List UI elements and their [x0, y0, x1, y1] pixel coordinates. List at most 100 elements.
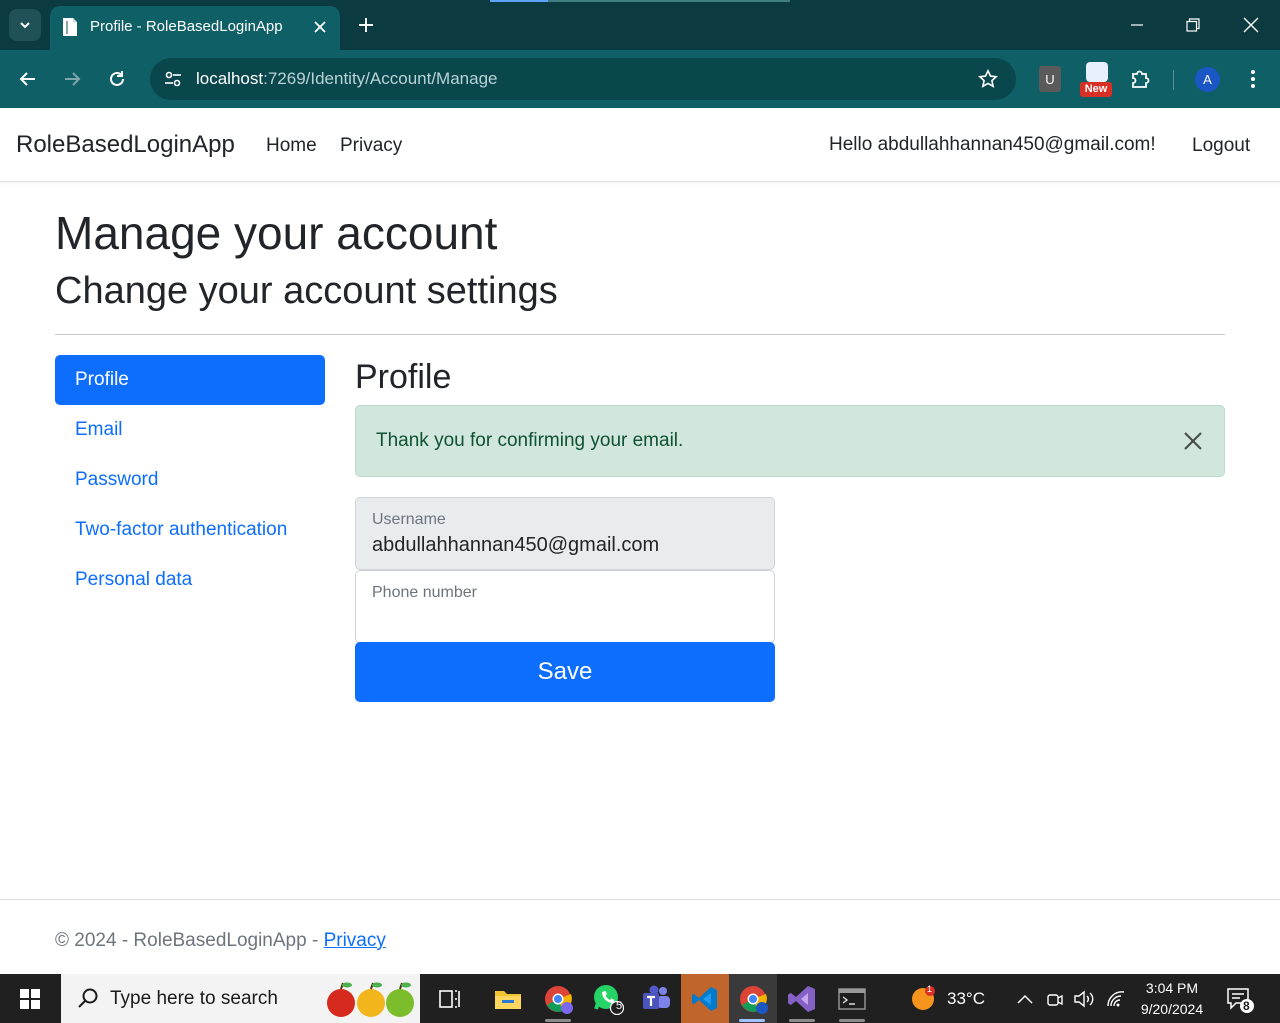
new-tab-button[interactable] [353, 12, 379, 38]
close-tab-button[interactable] [310, 17, 330, 37]
search-icon [78, 988, 98, 1008]
forward-button[interactable] [57, 64, 87, 94]
notification-icon [1227, 988, 1254, 1013]
browser-tabstrip: Profile - RoleBasedLoginApp [0, 0, 1280, 50]
address-bar[interactable]: localhost:7269/Identity/Account/Manage [150, 58, 1016, 100]
tab-search-button[interactable] [9, 9, 41, 41]
sidenav-item-personal-data[interactable]: Personal data [55, 555, 325, 605]
url-text: localhost:7269/Identity/Account/Manage [196, 69, 498, 89]
close-icon [1243, 17, 1259, 33]
wifi-icon [1107, 991, 1125, 1007]
taskbar-vscode[interactable] [681, 974, 729, 1023]
fruit-search-highlight-icon [327, 982, 414, 1017]
sidenav-item-two-factor[interactable]: Two-factor authentication [55, 505, 325, 555]
phone-number-field[interactable]: Phone number [355, 570, 775, 643]
chevron-up-icon [1017, 994, 1033, 1004]
camera-icon [1047, 994, 1063, 1006]
extension-new-button[interactable]: New [1080, 60, 1112, 98]
task-view-button[interactable] [427, 974, 473, 1023]
show-hidden-icons-button[interactable] [1014, 988, 1036, 1010]
toolbar-divider [1173, 70, 1174, 90]
search-placeholder: Type here to search [110, 988, 278, 1009]
taskbar-file-explorer[interactable] [485, 974, 531, 1023]
windows-logo-icon [20, 988, 40, 1009]
restore-button[interactable] [1178, 10, 1208, 40]
taskbar-teams[interactable] [633, 974, 679, 1023]
meet-now-button[interactable] [1044, 988, 1066, 1010]
chrome-icon [545, 985, 573, 1014]
taskbar-visual-studio[interactable] [779, 974, 825, 1023]
visual-studio-icon [788, 985, 815, 1012]
extension-logo-icon [1086, 62, 1108, 82]
taskbar-search-box[interactable]: Type here to search [61, 974, 420, 1023]
notification-center-button[interactable]: 8 [1226, 986, 1256, 1014]
running-indicator [545, 1019, 571, 1022]
username-value: abdullahhannan450@gmail.com [372, 534, 660, 556]
volume-button[interactable] [1073, 988, 1095, 1010]
nav-home-link[interactable]: Home [266, 135, 317, 157]
reload-icon [110, 71, 124, 86]
minimize-icon [1131, 24, 1143, 26]
windows-taskbar: Type here to search 5 1 33°C 3:04 PM 9/2… [0, 974, 1280, 1023]
close-window-button[interactable] [1236, 10, 1266, 40]
taskbar-whatsapp[interactable]: 5 [585, 974, 631, 1023]
username-label: Username [372, 511, 446, 528]
temperature: 33°C [947, 989, 985, 1008]
clock-time: 3:04 PM [1145, 980, 1199, 996]
profile-avatar[interactable]: A [1195, 67, 1220, 92]
terminal-icon [838, 987, 866, 1010]
system-clock[interactable]: 3:04 PM 9/20/2024 [1136, 978, 1208, 1020]
weather-widget[interactable]: 1 33°C [905, 974, 995, 1023]
page-subtitle: Change your account settings [55, 270, 558, 312]
alert-close-button[interactable] [1178, 426, 1208, 456]
clock-date: 9/20/2024 [1140, 1001, 1204, 1017]
footer-copyright: © 2024 - RoleBasedLoginApp - [55, 930, 324, 951]
username-field[interactable]: Username abdullahhannan450@gmail.com [355, 497, 775, 570]
chrome-icon [740, 985, 768, 1014]
phone-number-label: Phone number [372, 584, 477, 601]
extension-u-button[interactable]: U [1039, 66, 1061, 92]
url-path: :7269/Identity/Account/Manage [263, 69, 498, 88]
browser-menu-button[interactable] [1240, 65, 1266, 93]
close-icon [314, 21, 326, 33]
browser-tab-active[interactable]: Profile - RoleBasedLoginApp [50, 6, 340, 50]
taskbar-chrome-profile-1[interactable] [535, 974, 581, 1023]
running-indicator [739, 1019, 765, 1022]
tune-icon [165, 71, 181, 87]
network-button[interactable] [1105, 988, 1127, 1010]
teams-icon [643, 985, 670, 1009]
arrow-left-icon [19, 72, 35, 86]
whatsapp-badge-count: 5 [616, 1000, 623, 1012]
site-footer: © 2024 - RoleBasedLoginApp - Privacy [0, 899, 1280, 974]
user-greeting-link[interactable]: Hello abdullahhannan450@gmail.com! [829, 134, 1156, 156]
page-title: Manage your account [55, 207, 498, 259]
notification-count: 8 [1243, 999, 1250, 1013]
minimize-button[interactable] [1122, 10, 1152, 40]
task-view-icon [439, 989, 460, 1008]
star-icon [978, 69, 998, 88]
bookmark-button[interactable] [976, 67, 1000, 91]
start-button[interactable] [0, 974, 60, 1023]
vscode-icon [692, 986, 717, 1011]
back-button[interactable] [13, 64, 43, 94]
sidenav-item-email[interactable]: Email [55, 405, 325, 455]
site-info-button[interactable] [160, 66, 186, 92]
footer-text: © 2024 - RoleBasedLoginApp - Privacy [55, 930, 386, 952]
nav-privacy-link[interactable]: Privacy [340, 135, 402, 157]
status-alert: Thank you for confirming your email. [355, 405, 1225, 477]
logout-button[interactable]: Logout [1192, 135, 1250, 157]
speaker-icon [1074, 990, 1094, 1008]
taskbar-chrome-profile-2[interactable] [729, 974, 777, 1023]
footer-privacy-link[interactable]: Privacy [324, 930, 386, 951]
page-icon [63, 18, 77, 36]
taskbar-terminal[interactable] [829, 974, 875, 1023]
extensions-button[interactable] [1128, 66, 1154, 92]
restore-icon [1186, 18, 1200, 32]
weather-alert-count: 1 [927, 984, 933, 994]
sidenav-item-password[interactable]: Password [55, 455, 325, 505]
sidenav-item-profile[interactable]: Profile [55, 355, 325, 405]
reload-button[interactable] [102, 64, 132, 94]
url-host: localhost [196, 69, 264, 88]
brand-link[interactable]: RoleBasedLoginApp [16, 131, 235, 159]
save-button[interactable]: Save [355, 642, 775, 702]
